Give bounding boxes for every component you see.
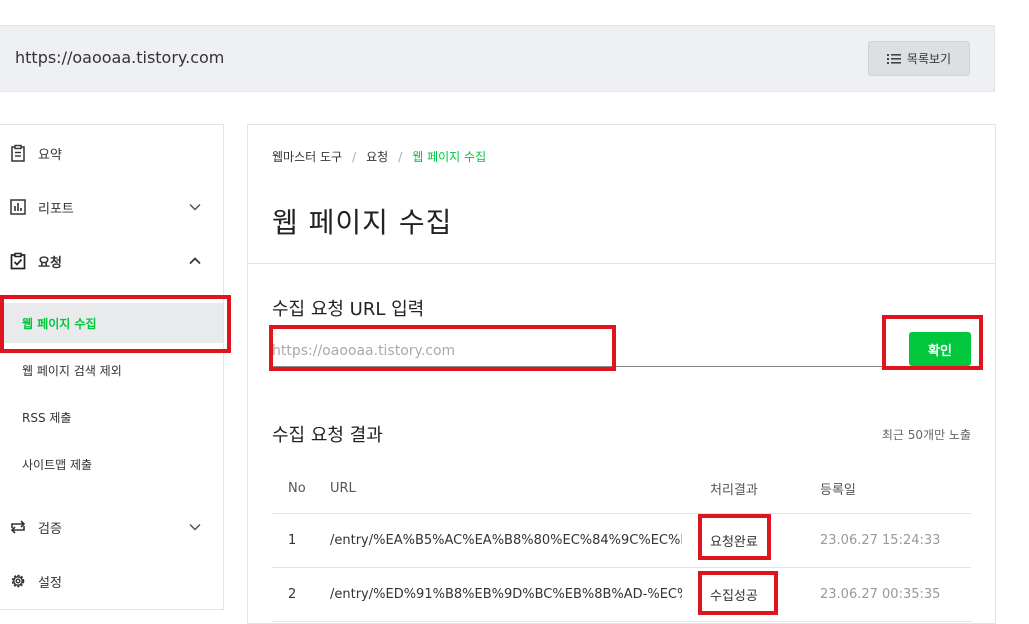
sidebar-subitem-sitemap-submit[interactable]: 사이트맵 제출 [0,444,223,484]
row-no: 1 [288,533,297,548]
sidebar-subitem-label: RSS 제출 [22,410,72,425]
breadcrumb: 웹마스터 도구 / 요청 / 웹 페이지 수집 [272,150,487,164]
list-view-label: 목록보기 [906,52,952,66]
breadcrumb-item[interactable]: 요청 [366,150,388,164]
list-icon [886,53,901,64]
chevron-up-icon [189,257,201,265]
breadcrumb-current: 웹 페이지 수집 [412,150,487,164]
url-input-label: 수집 요청 URL 입력 [272,299,425,320]
swap-arrows-icon [10,520,26,534]
row-url: /entry/%ED%91%B8%EB%9D%BC%EB%8B%AD-%EC%B… [330,587,682,602]
confirm-button[interactable]: 확인 [909,332,971,366]
clipboard-check-icon [10,252,26,270]
sidebar-item-report[interactable]: 리포트 [0,187,223,227]
row-date: 23.06.27 15:24:33 [820,533,941,548]
top-bar: https://oaooaa.tistory.com 목록보기 [0,25,995,92]
bar-chart-icon [10,199,26,215]
row-url: /entry/%EA%B5%AC%EA%B8%80%EC%84%9C%EC%B9… [330,533,682,548]
row-result: 수집성공 [710,589,758,604]
row-date: 23.06.27 00:35:35 [820,587,941,602]
sidebar-subitem-label: 웹 페이지 수집 [22,316,97,331]
sidebar-item-summary[interactable]: 요약 [0,133,223,173]
sidebar-subitem-search-exclude[interactable]: 웹 페이지 검색 제외 [0,350,223,390]
sidebar-item-request[interactable]: 요청 [0,241,223,281]
sidebar-item-label: 리포트 [38,201,74,217]
result-table: No URL 처리결과 등록일 1 /entry/%EA%B5%AC%EA%B8… [272,463,971,622]
row-result: 요청완료 [710,535,758,550]
table-row: 1 /entry/%EA%B5%AC%EA%B8%80%EC%84%9C%EC%… [272,514,971,568]
page-title: 웹 페이지 수집 [272,206,453,239]
result-title: 수집 요청 결과 [272,425,383,446]
breadcrumb-item[interactable]: 웹마스터 도구 [272,150,342,164]
column-header-url: URL [330,480,356,496]
chevron-down-icon [189,523,201,531]
sidebar: 요약 리포트 요청 웹 페이지 수집 웹 페이지 검색 제외 RSS 제출 사이… [0,124,224,610]
divider [248,263,995,264]
gear-icon [11,574,25,588]
sidebar-item-label: 요청 [38,255,62,271]
sidebar-item-verify[interactable]: 검증 [0,507,223,547]
sidebar-subitem-web-page-collect[interactable]: 웹 페이지 수집 [0,303,223,343]
sidebar-item-label: 요약 [38,147,62,163]
row-no: 2 [288,587,297,602]
sidebar-item-label: 설정 [38,575,62,591]
clipboard-icon [11,144,25,162]
sidebar-item-label: 검증 [38,521,62,537]
table-row: 2 /entry/%ED%91%B8%EB%9D%BC%EB%8B%AD-%EC… [272,568,971,622]
result-note: 최근 50개만 노출 [881,428,971,442]
site-url: https://oaooaa.tistory.com [15,48,225,67]
table-header: No URL 처리결과 등록일 [272,463,971,514]
sidebar-subitem-label: 사이트맵 제출 [22,457,93,472]
url-input[interactable] [272,336,882,367]
sidebar-item-settings[interactable]: 설정 [0,561,223,601]
column-header-date: 등록일 [820,482,856,498]
list-view-button[interactable]: 목록보기 [868,41,970,76]
main-panel: 웹마스터 도구 / 요청 / 웹 페이지 수집 웹 페이지 수집 수집 요청 URL 입… [247,124,996,624]
sidebar-subitem-rss-submit[interactable]: RSS 제출 [0,397,223,437]
sidebar-subitem-label: 웹 페이지 검색 제외 [22,363,122,378]
column-header-result: 처리결과 [710,482,758,498]
column-header-no: No [288,480,306,496]
chevron-down-icon [189,203,201,211]
